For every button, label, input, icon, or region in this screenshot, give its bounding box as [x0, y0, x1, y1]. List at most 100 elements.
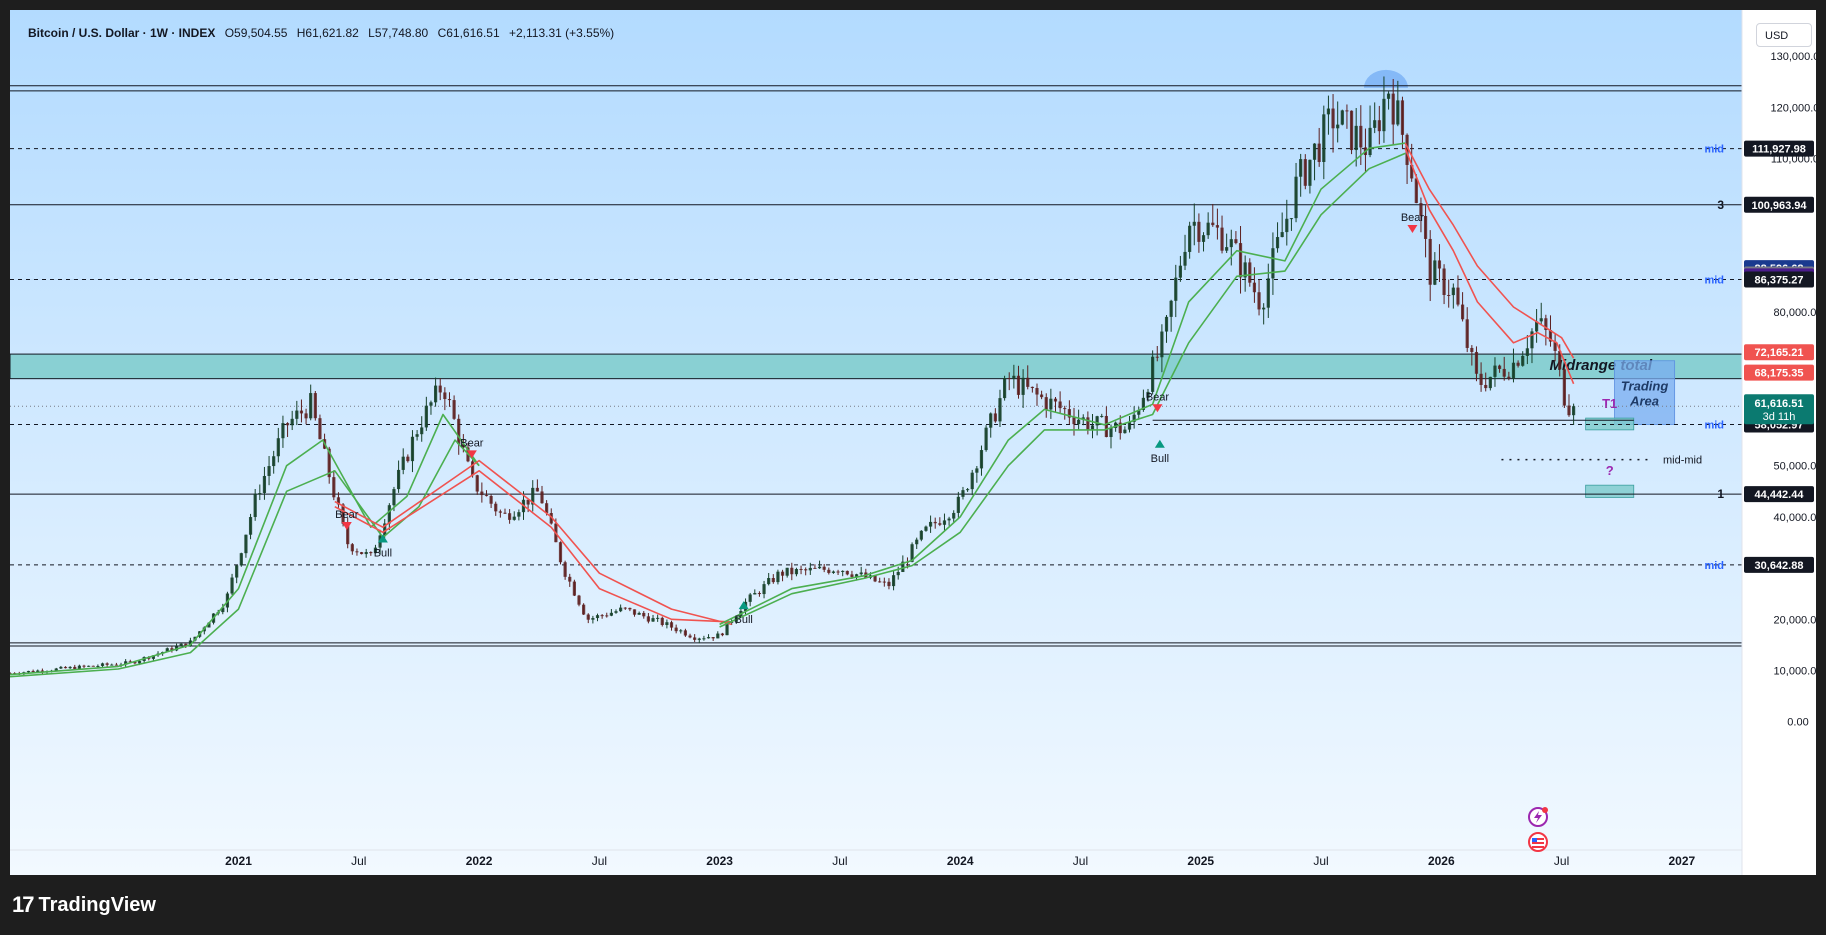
- candle-body[interactable]: [100, 663, 105, 666]
- candle-body[interactable]: [785, 567, 789, 576]
- candle-body[interactable]: [1178, 265, 1182, 278]
- candle-body[interactable]: [1100, 415, 1104, 417]
- price-chart[interactable]: Midrange totalTradingAreaT1? mid3midmid1…: [10, 10, 1816, 875]
- candle-body[interactable]: [392, 489, 396, 506]
- candle-body[interactable]: [1197, 221, 1201, 242]
- candle-body[interactable]: [424, 405, 428, 428]
- candle-body[interactable]: [984, 427, 988, 451]
- candle-body[interactable]: [591, 618, 595, 620]
- candle-body[interactable]: [1007, 378, 1011, 380]
- candle-body[interactable]: [1271, 248, 1275, 279]
- candle-body[interactable]: [656, 617, 660, 619]
- candle-body[interactable]: [1275, 237, 1280, 249]
- candle-body[interactable]: [697, 638, 701, 640]
- candle-body[interactable]: [614, 611, 618, 613]
- candle-body[interactable]: [993, 413, 997, 422]
- candle-body[interactable]: [1040, 394, 1044, 398]
- candle-body[interactable]: [1488, 376, 1492, 389]
- candle-body[interactable]: [1220, 227, 1224, 251]
- candle-body[interactable]: [776, 571, 780, 583]
- candle-body[interactable]: [942, 520, 947, 525]
- candle-body[interactable]: [230, 577, 234, 594]
- candle-body[interactable]: [933, 521, 937, 524]
- candle-body[interactable]: [1460, 304, 1465, 320]
- candle-body[interactable]: [137, 660, 142, 664]
- candle-body[interactable]: [952, 512, 956, 519]
- candle-body[interactable]: [540, 491, 544, 504]
- candle-body[interactable]: [706, 637, 711, 639]
- candle-body[interactable]: [114, 664, 118, 666]
- candle-body[interactable]: [753, 592, 757, 595]
- candle-body[interactable]: [350, 544, 354, 552]
- candle-body[interactable]: [401, 456, 405, 470]
- candle-body[interactable]: [433, 385, 438, 403]
- candle-body[interactable]: [258, 493, 262, 495]
- candle-body[interactable]: [767, 578, 771, 585]
- candle-body[interactable]: [1521, 355, 1525, 366]
- candle-body[interactable]: [998, 398, 1002, 422]
- candle-body[interactable]: [1400, 100, 1405, 135]
- candle-body[interactable]: [1391, 93, 1395, 125]
- candle-body[interactable]: [1280, 232, 1284, 238]
- candle-body[interactable]: [1164, 316, 1169, 332]
- candle-body[interactable]: [600, 615, 604, 617]
- candle-body[interactable]: [235, 565, 239, 578]
- candle-body[interactable]: [1507, 376, 1511, 379]
- candle-body[interactable]: [665, 622, 669, 625]
- candle-body[interactable]: [1345, 110, 1349, 112]
- candle-body[interactable]: [1257, 292, 1261, 310]
- candle-body[interactable]: [683, 630, 688, 636]
- candle-body[interactable]: [318, 418, 322, 440]
- candle-body[interactable]: [517, 512, 521, 517]
- candle-body[interactable]: [878, 581, 882, 583]
- candle-body[interactable]: [369, 552, 373, 554]
- candle-body[interactable]: [1479, 373, 1483, 385]
- candle-body[interactable]: [276, 438, 280, 457]
- candle-body[interactable]: [827, 569, 831, 573]
- candle-body[interactable]: [364, 552, 368, 555]
- candle-body[interactable]: [693, 637, 697, 640]
- candle-body[interactable]: [410, 436, 415, 462]
- candle-body[interactable]: [1109, 428, 1113, 438]
- candle-body[interactable]: [688, 635, 692, 638]
- candle-body[interactable]: [595, 615, 600, 619]
- candle-body[interactable]: [1225, 247, 1229, 251]
- candle-body[interactable]: [1349, 110, 1354, 151]
- candle-body[interactable]: [845, 570, 849, 575]
- candle-body[interactable]: [480, 491, 484, 496]
- candle-body[interactable]: [475, 475, 479, 492]
- candle-body[interactable]: [679, 630, 683, 632]
- candle-body[interactable]: [919, 530, 923, 540]
- candle-body[interactable]: [1201, 235, 1206, 242]
- candle-body[interactable]: [642, 612, 646, 617]
- candle-body[interactable]: [91, 665, 95, 667]
- candle-body[interactable]: [947, 518, 951, 521]
- candle-body[interactable]: [1285, 218, 1289, 233]
- candle-body[interactable]: [1021, 377, 1025, 395]
- candle-body[interactable]: [489, 495, 493, 504]
- candle-body[interactable]: [1354, 125, 1358, 151]
- candle-body[interactable]: [568, 576, 572, 582]
- candle-body[interactable]: [281, 423, 285, 439]
- candle-body[interactable]: [68, 666, 72, 669]
- candle-body[interactable]: [1053, 398, 1058, 402]
- candle-body[interactable]: [1104, 415, 1108, 438]
- candle-body[interactable]: [179, 643, 183, 647]
- candle-body[interactable]: [285, 423, 290, 426]
- candle-body[interactable]: [1539, 318, 1543, 322]
- symbol-name[interactable]: Bitcoin / U.S. Dollar · 1W · INDEX: [28, 26, 215, 40]
- candle-body[interactable]: [891, 575, 896, 587]
- candle-body[interactable]: [841, 570, 845, 572]
- brand-name[interactable]: TradingView: [38, 894, 155, 917]
- candle-body[interactable]: [1086, 417, 1090, 430]
- candle-body[interactable]: [1433, 260, 1437, 285]
- candle-body[interactable]: [1442, 268, 1446, 295]
- candle-body[interactable]: [1377, 120, 1381, 132]
- candle-body[interactable]: [808, 567, 812, 571]
- candle-body[interactable]: [304, 413, 308, 419]
- candle-body[interactable]: [429, 402, 433, 406]
- candle-body[interactable]: [110, 664, 114, 666]
- candle-body[interactable]: [965, 489, 970, 491]
- candle-body[interactable]: [498, 511, 502, 513]
- candle-body[interactable]: [1192, 221, 1196, 226]
